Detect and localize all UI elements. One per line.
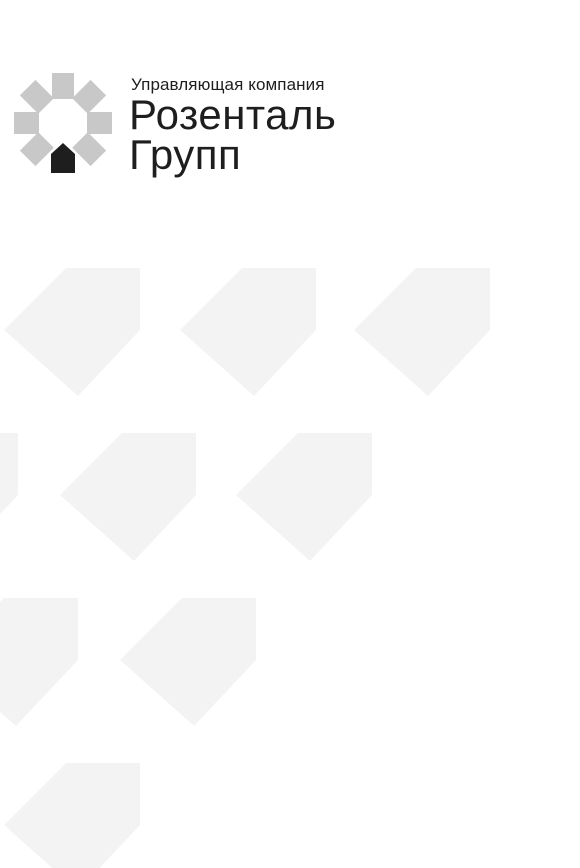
house-shape: [0, 433, 18, 561]
house-shape: [0, 598, 78, 726]
house-shape: [60, 433, 196, 561]
house-shape: [120, 598, 256, 726]
company-logo: Управляющая компания Розенталь Групп: [14, 73, 394, 183]
house-shape: [4, 763, 140, 868]
house-shape: [180, 268, 316, 396]
logo-name-line2: Групп: [129, 131, 242, 178]
house-shape: [354, 268, 490, 396]
logo-name-line1: Розенталь: [129, 91, 337, 138]
house-shape: [4, 268, 140, 396]
logo-company-name: Розенталь Групп: [129, 91, 337, 178]
sun-house-logo-icon: [14, 73, 112, 173]
house-shape: [236, 433, 372, 561]
cover-page: Управляющая компания Розенталь Групп: [0, 0, 580, 868]
